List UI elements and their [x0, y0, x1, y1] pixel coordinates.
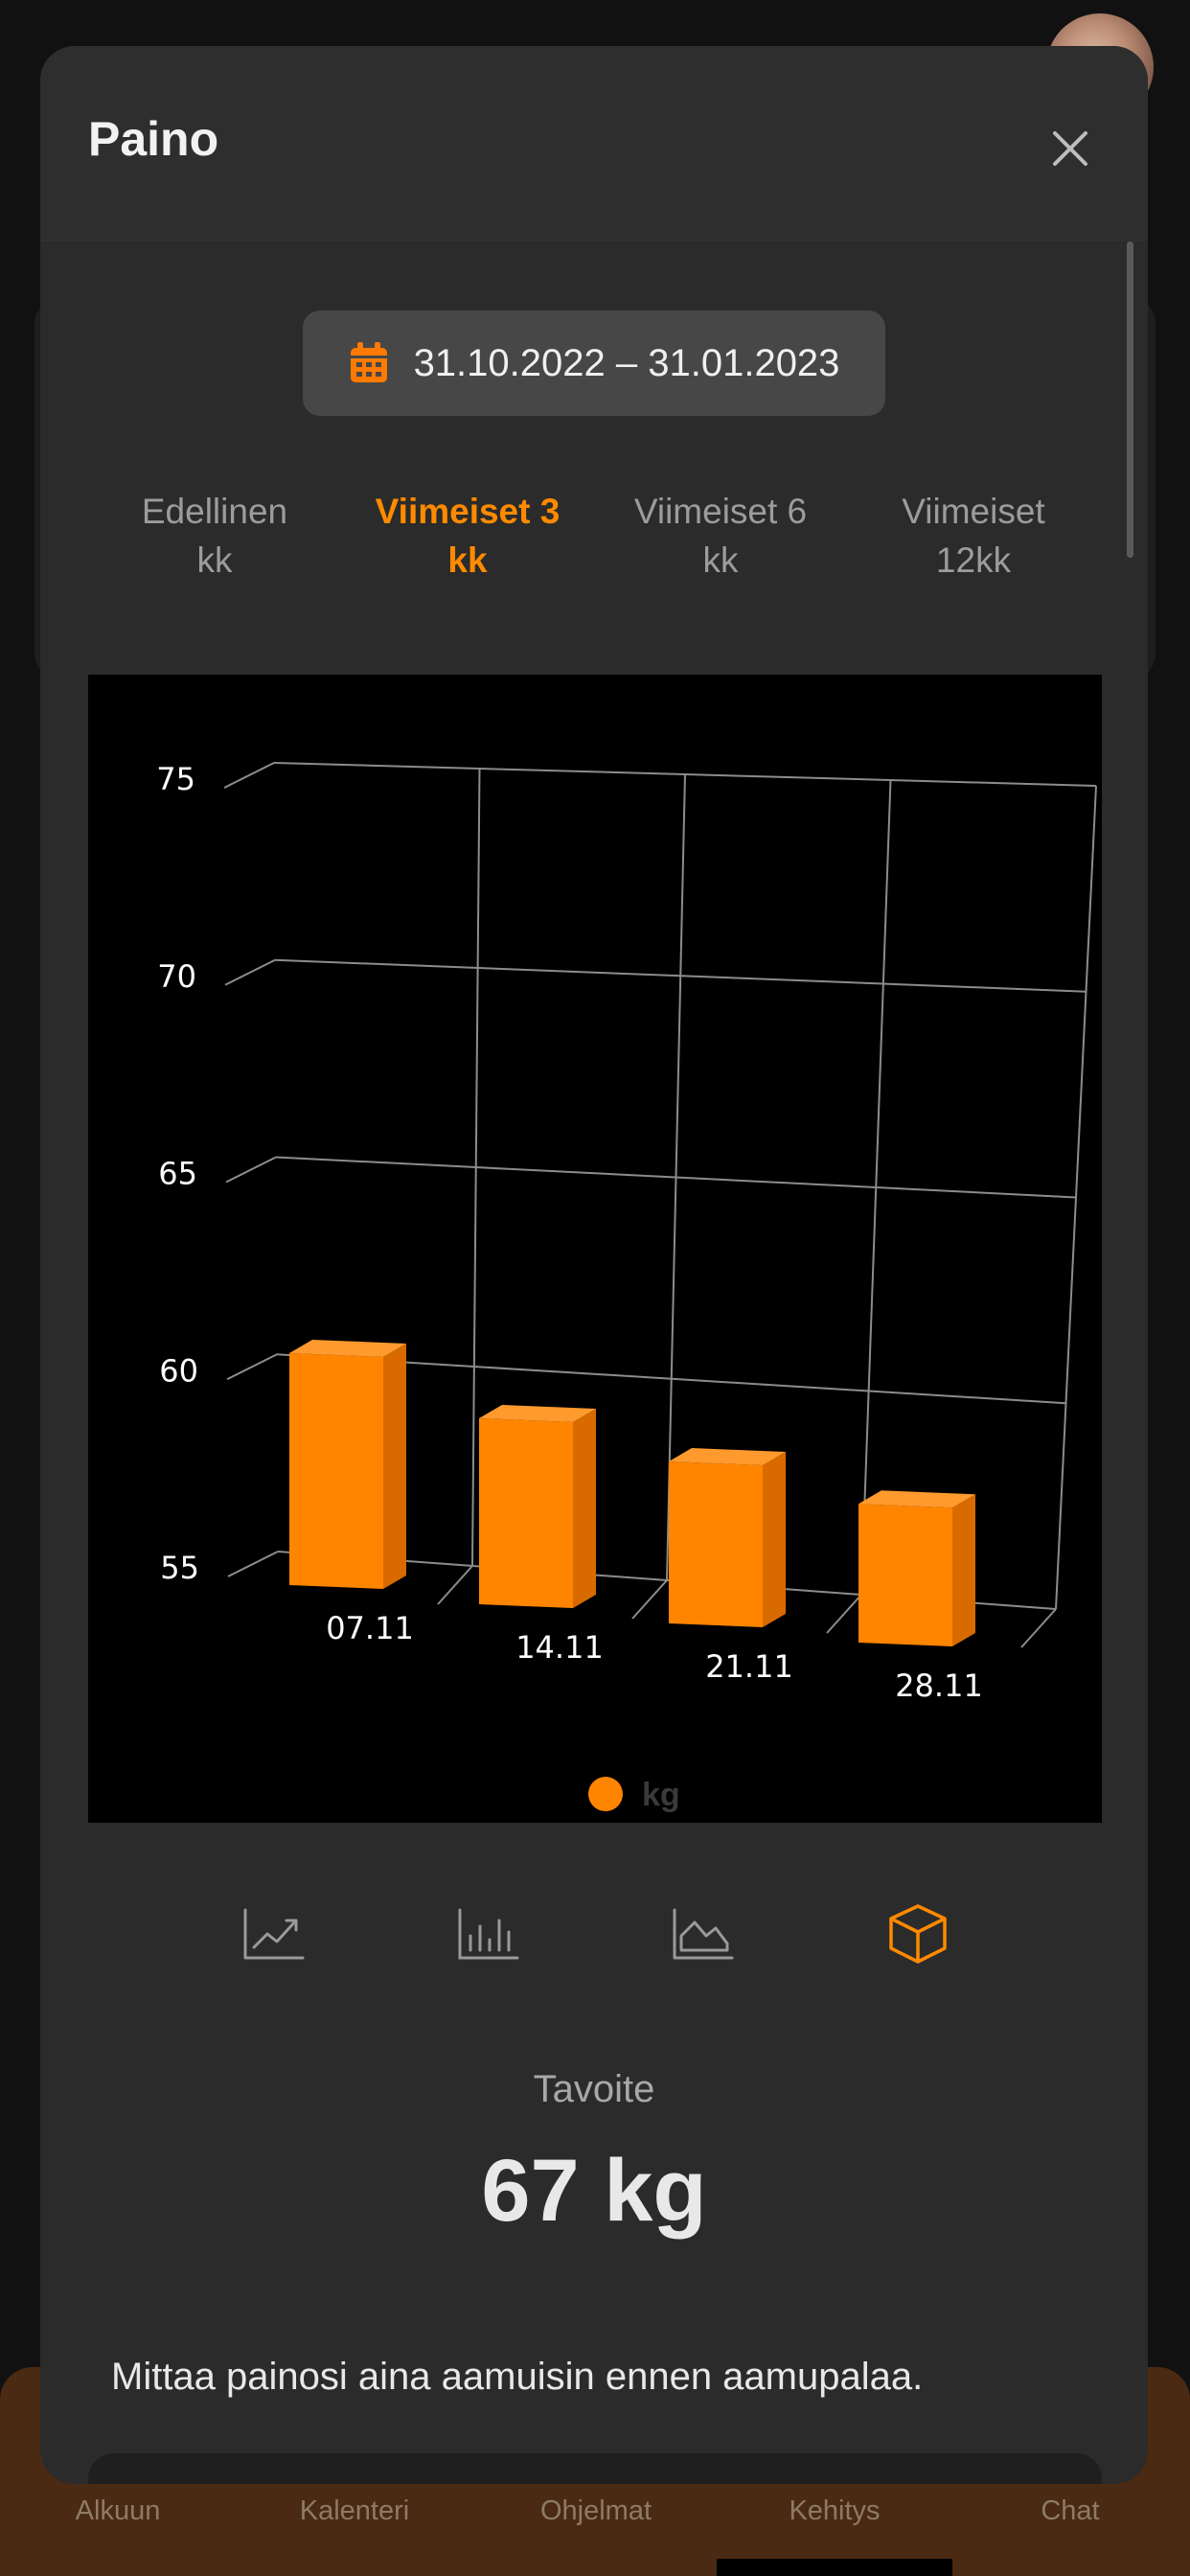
- period-tab-last-6-months[interactable]: Viimeiset 6 kk: [606, 487, 835, 585]
- period-tab-last-12-months[interactable]: Viimeiset 12kk: [858, 487, 1088, 585]
- bar-side-07.11: [383, 1344, 406, 1589]
- nav-item-kehitys[interactable]: Kehitys: [739, 2496, 930, 2527]
- y-tick-label-70: 70: [157, 958, 196, 995]
- close-button[interactable]: [1037, 115, 1104, 182]
- y-tick-label-55: 55: [160, 1550, 199, 1586]
- close-icon: [1053, 131, 1087, 166]
- chart-type-bar-button[interactable]: [450, 1896, 527, 1972]
- gridline-side-55: [227, 1551, 279, 1577]
- line-chart-icon: [243, 1908, 305, 1960]
- calendar-icon: [350, 342, 387, 382]
- date-range-button[interactable]: 31.10.2022 – 31.01.2023: [303, 310, 885, 416]
- bar-front-21.11: [669, 1461, 763, 1627]
- nav-item-ohjelmat[interactable]: Ohjelmat: [500, 2496, 692, 2527]
- y-tick-label-75: 75: [156, 761, 195, 797]
- x-tick-label-21.11: 21.11: [705, 1648, 793, 1685]
- legend-label: kg: [642, 1777, 680, 1813]
- floor-line-4: [1020, 1608, 1057, 1648]
- legend-marker: [588, 1777, 623, 1811]
- period-tab-last-3-months[interactable]: Viimeiset 3 kk: [353, 487, 583, 585]
- bar-front-14.11: [479, 1417, 573, 1608]
- 3d-cube-icon: [889, 1904, 947, 1964]
- weight-modal: Paino 31.10.2022 – 31.01.2023 Edellinen …: [40, 46, 1148, 2484]
- floor-line-1: [437, 1565, 473, 1605]
- weight-chart: 55 60 65 70 75 07.11 14.11 21.11 28.11 kg: [88, 675, 1102, 1823]
- gridline-side-70: [224, 958, 276, 986]
- area-chart-icon: [673, 1908, 734, 1960]
- home-indicator: [717, 2559, 952, 2576]
- bar-front-28.11: [858, 1504, 952, 1646]
- gridline-side-65: [225, 1156, 277, 1184]
- bar-side-14.11: [573, 1408, 596, 1608]
- period-tab-previous-month[interactable]: Edellinen kk: [100, 487, 330, 585]
- next-card: [88, 2453, 1102, 2484]
- chart-type-3d-button[interactable]: [880, 1896, 956, 1972]
- modal-title: Paino: [88, 112, 219, 166]
- chart-svg: 55 60 65 70 75 07.11 14.11 21.11 28.11 kg: [156, 761, 1097, 1813]
- chart-type-area-button[interactable]: [665, 1896, 742, 1972]
- bar-side-28.11: [952, 1494, 975, 1646]
- bar-front-07.11: [289, 1353, 383, 1589]
- goal-label: Tavoite: [533, 2068, 655, 2110]
- floor-line-2: [631, 1579, 668, 1620]
- chart-type-line-button[interactable]: [236, 1896, 312, 1972]
- gridline-side-75: [223, 762, 275, 789]
- weighing-tip: Mittaa painosi aina aamuisin ennen aamup…: [111, 2356, 924, 2398]
- nav-item-chat[interactable]: Chat: [974, 2496, 1166, 2527]
- y-tick-label-60: 60: [159, 1352, 198, 1389]
- goal-value: 67 kg: [481, 2142, 707, 2240]
- date-range-text: 31.10.2022 – 31.01.2023: [413, 341, 840, 384]
- bar-chart-icon: [458, 1908, 519, 1960]
- floor-line-3: [826, 1594, 862, 1634]
- x-tick-label-14.11: 14.11: [515, 1629, 604, 1666]
- x-tick-label-28.11: 28.11: [895, 1668, 983, 1704]
- scrollbar[interactable]: [1127, 242, 1133, 558]
- bar-side-21.11: [763, 1452, 786, 1627]
- nav-item-kalenteri[interactable]: Kalenteri: [259, 2496, 450, 2527]
- nav-item-alkuun[interactable]: Alkuun: [22, 2496, 214, 2527]
- modal-header: Paino: [40, 46, 1148, 243]
- y-tick-label-65: 65: [158, 1156, 197, 1192]
- x-tick-label-07.11: 07.11: [326, 1610, 414, 1646]
- gridline-side-60: [226, 1353, 278, 1381]
